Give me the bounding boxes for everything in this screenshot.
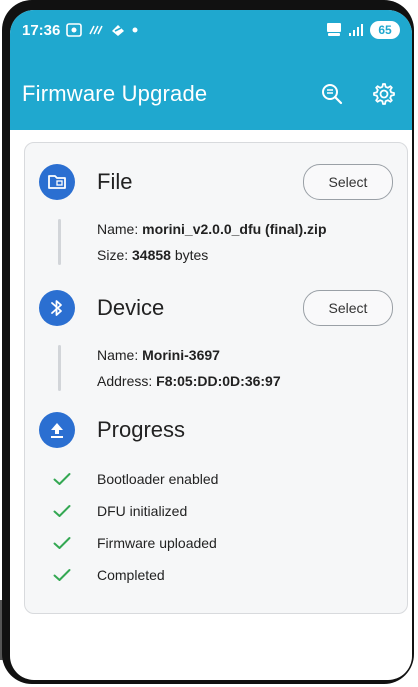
folder-icon xyxy=(39,164,75,200)
check-icon xyxy=(51,564,73,586)
file-size-unit: bytes xyxy=(174,247,209,263)
select-file-button[interactable]: Select xyxy=(303,164,393,200)
progress-step: Firmware uploaded xyxy=(51,531,217,555)
cell-signal-icon xyxy=(348,23,364,37)
check-icon xyxy=(51,468,73,490)
device-address-line: Address: F8:05:DD:0D:36:97 xyxy=(97,373,281,389)
search-log-icon[interactable] xyxy=(318,80,346,108)
signal-waves-icon xyxy=(88,24,104,36)
bluetooth-icon xyxy=(39,290,75,326)
progress-step: Completed xyxy=(51,563,165,587)
progress-step-label: Firmware uploaded xyxy=(97,535,217,551)
device-name-line: Name: Morini-3697 xyxy=(97,347,220,363)
file-size-label: Size: xyxy=(97,247,129,263)
nav-app-icon xyxy=(110,22,126,38)
battery-level: 65 xyxy=(370,21,400,39)
progress-step: DFU initialized xyxy=(51,499,187,523)
status-left: 17:36 xyxy=(22,22,138,39)
file-section-header: File Select xyxy=(39,161,393,203)
device-section-title: Device xyxy=(97,295,165,320)
notification-dot-icon xyxy=(132,27,138,33)
progress-step: Bootloader enabled xyxy=(51,467,218,491)
progress-step-label: Completed xyxy=(97,567,165,583)
device-section-header: Device Select xyxy=(39,287,393,329)
file-size-value: 34858 xyxy=(132,247,171,263)
file-name-line: Name: morini_v2.0.0_dfu (final).zip xyxy=(97,221,327,237)
device-address-label: Address: xyxy=(97,373,153,389)
select-device-button[interactable]: Select xyxy=(303,290,393,326)
device-address-value: F8:05:DD:0D:36:97 xyxy=(156,373,281,389)
upload-icon xyxy=(39,412,75,448)
file-details: Name: morini_v2.0.0_dfu (final).zip Size… xyxy=(39,217,393,273)
progress-step-label: DFU initialized xyxy=(97,503,188,519)
page-title: Firmware Upgrade xyxy=(22,81,208,106)
device-name-value: Morini-3697 xyxy=(142,347,220,363)
screen: 17:36 65 Firmware Upgrade File Select Na… xyxy=(10,10,412,680)
file-name-label: Name: xyxy=(97,221,139,237)
file-name-value: morini_v2.0.0_dfu (final).zip xyxy=(142,221,327,237)
progress-section-title: Progress xyxy=(97,417,186,442)
gear-icon[interactable] xyxy=(370,80,398,108)
check-icon xyxy=(51,532,73,554)
status-right: 65 xyxy=(326,21,400,39)
phone-frame: 17:36 65 Firmware Upgrade File Select Na… xyxy=(2,0,414,684)
device-name-label: Name: xyxy=(97,347,139,363)
file-section-title: File xyxy=(97,169,133,194)
progress-section-header: Progress xyxy=(39,409,393,451)
screenshot-icon xyxy=(66,23,83,37)
upgrade-card: File Select Name: morini_v2.0.0_dfu (fin… xyxy=(24,142,408,614)
app-bar: 17:36 65 Firmware Upgrade xyxy=(10,10,412,130)
5g-icon xyxy=(326,22,342,38)
title-row: Firmware Upgrade xyxy=(10,70,412,118)
check-icon xyxy=(51,500,73,522)
device-details: Name: Morini-3697 Address: F8:05:DD:0D:3… xyxy=(39,343,393,399)
progress-step-label: Bootloader enabled xyxy=(97,471,219,487)
device-divider xyxy=(58,345,61,391)
file-size-line: Size: 34858 bytes xyxy=(97,247,208,263)
status-time: 17:36 xyxy=(22,21,61,39)
file-divider xyxy=(58,219,61,265)
status-bar: 17:36 65 xyxy=(22,18,400,42)
